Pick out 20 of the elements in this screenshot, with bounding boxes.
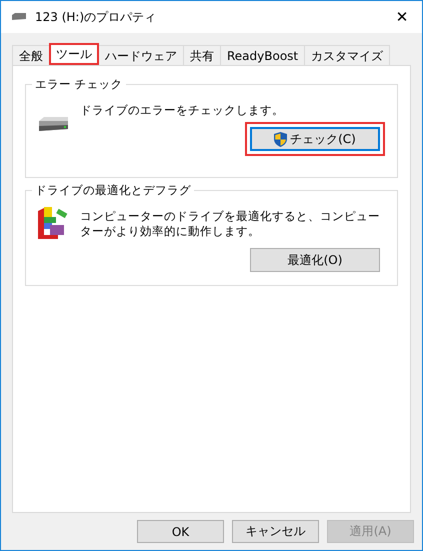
dialog-button[interactable]: キャンセル <box>232 520 319 543</box>
action-button[interactable]: チェック(C) <box>250 127 380 151</box>
tab[interactable]: ReadyBoost <box>220 45 306 65</box>
dialog-button[interactable]: OK <box>137 520 224 543</box>
drive-icon <box>36 117 70 133</box>
window-title: 123 (H:)のプロパティ <box>35 8 158 26</box>
shield-icon <box>274 132 288 146</box>
defrag-icon <box>36 205 70 239</box>
drive-icon <box>11 13 27 21</box>
tab[interactable]: カスタマイズ <box>304 45 390 65</box>
tab[interactable]: 全般 <box>12 45 50 65</box>
description: ドライブのエラーをチェックします。 <box>80 103 285 118</box>
tab[interactable]: ハードウェア <box>98 45 184 65</box>
group-title: ドライブの最適化とデフラグ <box>32 183 194 198</box>
tab[interactable]: 共有 <box>183 45 221 65</box>
description: コンピューターのドライブを最適化すると、コンピューターがより効率的に動作します。 <box>80 209 381 239</box>
action-button[interactable]: 最適化(O) <box>250 248 380 272</box>
close-button[interactable]: ✕ <box>382 7 422 27</box>
group-title: エラー チェック <box>32 77 126 92</box>
tab[interactable]: ツール <box>49 43 99 65</box>
